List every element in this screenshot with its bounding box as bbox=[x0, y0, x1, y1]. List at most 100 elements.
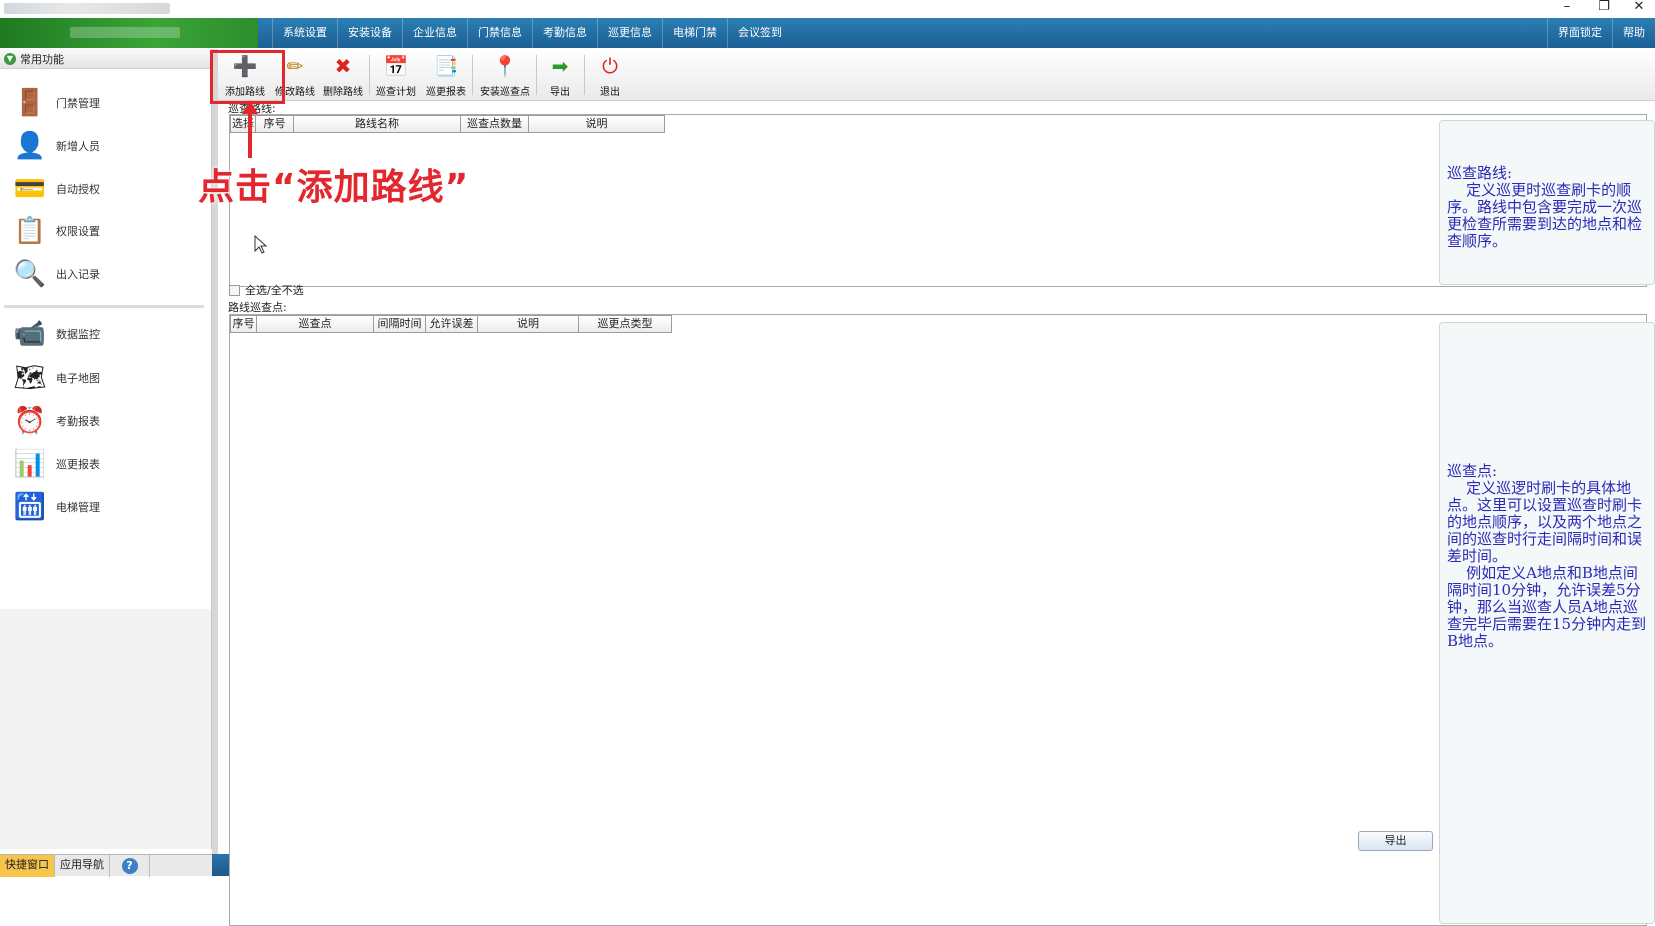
sidebar-item-data-monitor[interactable]: 📹 数据监控 bbox=[10, 314, 100, 354]
points-info-panel: 巡查点: 定义巡逻时刷卡的具体地点。这里可以设置巡查时刷卡的地点顺序，以及两个地… bbox=[1439, 322, 1655, 924]
patrol-plan-button[interactable]: 📅 巡查计划 bbox=[373, 51, 419, 99]
clipboard-icon: 📋 bbox=[13, 216, 47, 246]
export-button[interactable]: 导出 bbox=[1358, 831, 1433, 851]
install-checkpoint-button[interactable]: 📍 安装巡查点 bbox=[476, 51, 534, 99]
points-section-label: 路线巡查点: bbox=[228, 301, 287, 314]
sidebar-item-label: 权限设置 bbox=[56, 225, 100, 238]
sidebar: ▼ 常用功能 🚪 门禁管理 👤 新增人员 💳 自动授权 📋 权限设置 🔍 出入记… bbox=[0, 49, 212, 849]
menu-item-help[interactable]: 帮助 bbox=[1612, 18, 1655, 48]
sidebar-item-label: 电梯管理 bbox=[56, 501, 100, 514]
sidebar-item-access-control[interactable]: 🚪 门禁管理 bbox=[10, 83, 100, 123]
col-description[interactable]: 说明 bbox=[478, 315, 579, 333]
col-tolerance[interactable]: 允许误差 bbox=[426, 315, 478, 333]
sidebar-item-elevator[interactable]: 🛗 电梯管理 bbox=[10, 487, 100, 527]
menu-item-meeting-signin[interactable]: 会议签到 bbox=[727, 18, 792, 48]
menu-item-install-device[interactable]: 安装设备 bbox=[337, 18, 402, 48]
main-menu: 系统设置 安装设备 企业信息 门禁信息 考勤信息 巡更信息 电梯门禁 会议签到 bbox=[272, 18, 792, 48]
routes-info-text: 巡查路线: 定义巡更时巡查刷卡的顺序。路线中包含要完成一次巡更检查所需要到达的地… bbox=[1447, 164, 1643, 250]
toolbar-label: 巡更报表 bbox=[426, 87, 466, 98]
export-toolbar-button[interactable]: ➡ 导出 bbox=[540, 51, 580, 99]
exit-button[interactable]: ⏻ 退出 bbox=[590, 51, 630, 99]
toolbar-label: 安装巡查点 bbox=[480, 87, 530, 98]
points-grid[interactable]: 序号 巡查点 间隔时间 允许误差 说明 巡更点类型 bbox=[229, 314, 1647, 926]
camera-icon: 📹 bbox=[13, 319, 47, 349]
card-icon: 💳 bbox=[13, 174, 47, 204]
export-icon: ➡ bbox=[551, 54, 569, 78]
toolbar: ➕ 添加路线 ✏ 修改路线 ✖ 删除路线 📅 巡查计划 📑 巡更报表 📍 安装巡… bbox=[218, 49, 1655, 101]
toolbar-separator bbox=[536, 55, 537, 95]
restore-button[interactable]: ❐ bbox=[1589, 0, 1619, 16]
clock-icon: ⏰ bbox=[13, 406, 47, 436]
sidebar-item-add-person[interactable]: 👤 新增人员 bbox=[10, 126, 100, 166]
col-checkpoint[interactable]: 巡查点 bbox=[257, 315, 374, 333]
col-route-name[interactable]: 路线名称 bbox=[294, 115, 461, 133]
menu-item-system-settings[interactable]: 系统设置 bbox=[272, 18, 337, 48]
toolbar-separator bbox=[584, 55, 585, 95]
menu-item-attendance-info[interactable]: 考勤信息 bbox=[532, 18, 597, 48]
menu-item-patrol-info[interactable]: 巡更信息 bbox=[597, 18, 662, 48]
select-all-label: 全选/全不选 bbox=[245, 284, 304, 297]
sidebar-item-label: 门禁管理 bbox=[56, 97, 100, 110]
highlight-box bbox=[210, 50, 285, 104]
help-tab[interactable]: ? bbox=[110, 855, 150, 877]
toolbar-label: 巡查计划 bbox=[376, 87, 416, 98]
mouse-cursor-icon bbox=[254, 235, 268, 254]
toolbar-label: 导出 bbox=[550, 87, 570, 98]
sidebar-item-label: 考勤报表 bbox=[56, 415, 100, 428]
sidebar-item-label: 巡更报表 bbox=[56, 458, 100, 471]
collapse-icon[interactable]: ▼ bbox=[4, 52, 16, 65]
window-title-blurred bbox=[4, 3, 170, 14]
tab-app-nav[interactable]: 应用导航 bbox=[55, 855, 110, 877]
sidebar-item-label: 出入记录 bbox=[56, 268, 100, 281]
sidebar-item-label: 自动授权 bbox=[56, 183, 100, 196]
app-logo bbox=[0, 18, 258, 48]
sidebar-item-e-map[interactable]: 🗺 电子地图 bbox=[10, 358, 100, 398]
delete-icon: ✖ bbox=[334, 54, 352, 78]
magnifier-icon: 🔍 bbox=[13, 259, 47, 289]
select-all-checkbox[interactable]: 全选/全不选 bbox=[229, 282, 304, 298]
annotation-arrow-icon bbox=[242, 100, 258, 158]
patrol-report-button[interactable]: 📑 巡更报表 bbox=[423, 51, 469, 99]
menu-item-access-info[interactable]: 门禁信息 bbox=[467, 18, 532, 48]
sidebar-header[interactable]: ▼ 常用功能 bbox=[0, 49, 211, 69]
map-icon: 🗺 bbox=[13, 363, 47, 393]
checkbox-icon[interactable] bbox=[229, 284, 240, 296]
col-description[interactable]: 说明 bbox=[529, 115, 665, 133]
sidebar-divider bbox=[4, 305, 204, 308]
delete-route-button[interactable]: ✖ 删除路线 bbox=[320, 51, 366, 99]
col-checkpoint-count[interactable]: 巡查点数量 bbox=[461, 115, 529, 133]
minimize-button[interactable]: – bbox=[1552, 0, 1582, 16]
report-icon: 📊 bbox=[13, 449, 47, 479]
toolbar-label: 删除路线 bbox=[323, 87, 363, 98]
points-grid-header: 序号 巡查点 间隔时间 允许误差 说明 巡更点类型 bbox=[230, 315, 672, 333]
main-content: 巡查路线: 选择 序号 路线名称 巡查点数量 说明 全选/全不选 路线巡查点: … bbox=[218, 102, 1655, 926]
tab-quick-window[interactable]: 快捷窗口 bbox=[0, 855, 55, 877]
elevator-icon: 🛗 bbox=[13, 492, 47, 522]
sidebar-item-permissions[interactable]: 📋 权限设置 bbox=[10, 211, 100, 251]
col-interval[interactable]: 间隔时间 bbox=[374, 315, 426, 333]
sidebar-header-label: 常用功能 bbox=[20, 52, 64, 66]
routes-grid-header: 选择 序号 路线名称 巡查点数量 说明 bbox=[230, 115, 665, 133]
calendar-icon: 📅 bbox=[383, 54, 409, 78]
col-index[interactable]: 序号 bbox=[230, 315, 257, 333]
col-checkpoint-type[interactable]: 巡更点类型 bbox=[579, 315, 672, 333]
logo-text-blurred bbox=[70, 27, 180, 38]
door-icon: 🚪 bbox=[13, 88, 47, 118]
points-info-text: 巡查点: 定义巡逻时刷卡的具体地点。这里可以设置巡查时刷卡的地点顺序，以及两个地… bbox=[1447, 462, 1647, 650]
sidebar-item-auto-authorize[interactable]: 💳 自动授权 bbox=[10, 169, 100, 209]
sidebar-bottom-tabs: 快捷窗口 应用导航 ? bbox=[0, 854, 212, 877]
col-index[interactable]: 序号 bbox=[256, 115, 294, 133]
menu-item-elevator-access[interactable]: 电梯门禁 bbox=[662, 18, 727, 48]
routes-info-panel: 巡查路线: 定义巡更时巡查刷卡的顺序。路线中包含要完成一次巡更检查所需要到达的地… bbox=[1439, 120, 1655, 285]
menu-item-lock-ui[interactable]: 界面锁定 bbox=[1547, 18, 1612, 48]
sidebar-item-patrol-report[interactable]: 📊 巡更报表 bbox=[10, 444, 100, 484]
close-button[interactable]: ✕ bbox=[1624, 0, 1654, 16]
sidebar-item-attendance-report[interactable]: ⏰ 考勤报表 bbox=[10, 401, 100, 441]
sidebar-item-access-records[interactable]: 🔍 出入记录 bbox=[10, 254, 100, 294]
sidebar-item-label: 数据监控 bbox=[56, 328, 100, 341]
toolbar-separator bbox=[472, 55, 473, 95]
title-bar: – ❐ ✕ bbox=[0, 0, 1655, 17]
menu-item-enterprise-info[interactable]: 企业信息 bbox=[402, 18, 467, 48]
toolbar-separator bbox=[369, 55, 370, 95]
toolbar-label: 退出 bbox=[600, 87, 620, 98]
